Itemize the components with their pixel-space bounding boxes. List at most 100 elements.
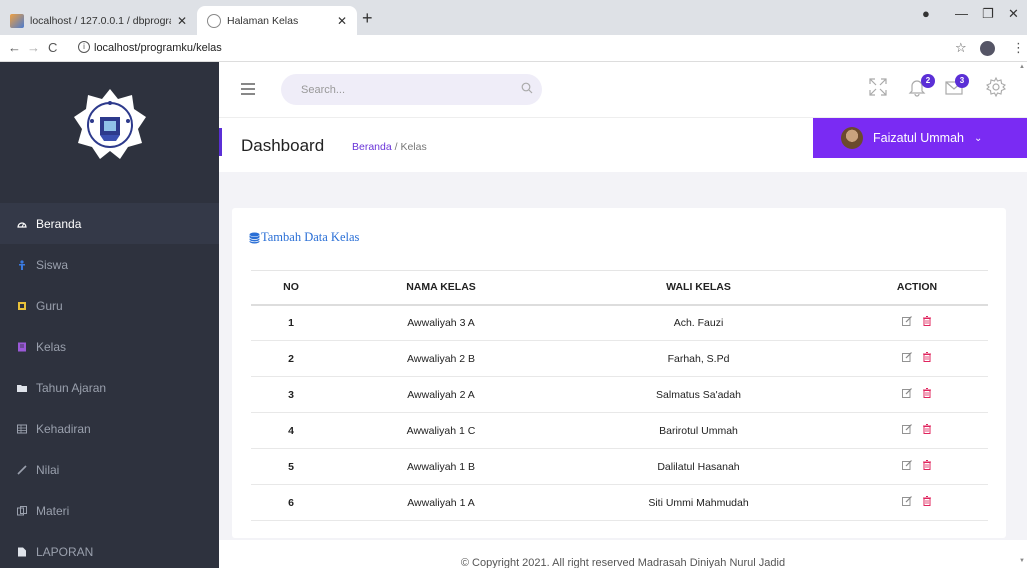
bookmark-star-icon[interactable]: ☆ xyxy=(955,40,967,56)
settings-gear-icon[interactable] xyxy=(985,76,1007,98)
fullscreen-icon[interactable] xyxy=(867,76,889,98)
reload-icon[interactable]: C xyxy=(48,40,57,55)
user-menu-button[interactable]: Faizatul Ummah ⌄ xyxy=(813,118,1027,158)
table-row: 6 Awwaliyah 1 A Siti Ummi Mahmudah xyxy=(251,484,988,521)
user-name: Faizatul Ummah xyxy=(873,131,964,145)
sidebar-item-kehadiran[interactable]: Kehadiran xyxy=(0,408,219,449)
notification-badge: 2 xyxy=(921,74,935,88)
table-icon xyxy=(17,424,27,433)
avatar xyxy=(841,127,863,149)
sidebar-item-siswa[interactable]: Siswa xyxy=(0,244,219,285)
cell-no: 5 xyxy=(251,448,331,485)
globe-favicon-icon xyxy=(207,13,221,28)
sidebar-item-beranda[interactable]: Beranda xyxy=(0,203,219,244)
cell-no: 2 xyxy=(251,340,331,377)
top-header: 2 3 xyxy=(219,62,1027,117)
browser-tab-halaman-kelas[interactable]: Halaman Kelas ✕ xyxy=(197,6,357,35)
search-icon[interactable] xyxy=(521,82,533,94)
tab-title: Halaman Kelas xyxy=(227,14,299,27)
delete-icon[interactable] xyxy=(922,388,932,398)
sidebar-item-nilai[interactable]: Nilai xyxy=(0,449,219,490)
scroll-down-arrow-icon[interactable]: ▼ xyxy=(1019,558,1025,564)
breadcrumb-home-link[interactable]: Beranda xyxy=(352,141,392,153)
page-title: Dashboard xyxy=(241,136,325,155)
cell-nama-kelas: Awwaliyah 2 A xyxy=(331,376,551,413)
file-icon xyxy=(18,547,26,556)
sidebar-item-label: Kehadiran xyxy=(36,421,91,436)
delete-icon[interactable] xyxy=(922,352,932,362)
folder-icon xyxy=(17,384,27,392)
search-input[interactable] xyxy=(281,74,542,105)
sidebar-item-label: Kelas xyxy=(36,339,67,354)
card-title: Tambah Data Kelas xyxy=(261,230,360,244)
cell-action xyxy=(846,376,988,413)
maximize-button[interactable]: ❐ xyxy=(982,6,994,22)
column-header-action: ACTION xyxy=(846,270,988,306)
edit-icon[interactable] xyxy=(902,388,912,398)
minimize-button[interactable]: — xyxy=(955,6,968,21)
edit-icon[interactable] xyxy=(902,496,912,506)
cell-no: 6 xyxy=(251,484,331,521)
cell-wali-kelas: Salmatus Sa'adah xyxy=(551,376,846,413)
delete-icon[interactable] xyxy=(922,316,932,327)
page-header: Dashboard Beranda / Kelas Faizatul Ummah… xyxy=(219,117,1027,172)
delete-icon[interactable] xyxy=(922,460,932,470)
browser-tab-phpmyadmin[interactable]: localhost / 127.0.0.1 / dbprogram ✕ xyxy=(0,6,197,35)
site-info-icon[interactable]: i xyxy=(78,41,90,53)
pencil-icon xyxy=(17,464,27,475)
cell-nama-kelas: Awwaliyah 1 B xyxy=(331,448,551,485)
forward-icon[interactable]: → xyxy=(27,40,40,55)
new-tab-button[interactable]: + xyxy=(362,8,373,29)
table-row: 2 Awwaliyah 2 B Farhah, S.Pd xyxy=(251,340,988,377)
edit-icon[interactable] xyxy=(902,424,912,434)
cell-action xyxy=(846,448,988,485)
sidebar-item-label: Beranda xyxy=(36,216,82,231)
delete-icon[interactable] xyxy=(922,424,932,434)
cell-wali-kelas: Farhah, S.Pd xyxy=(551,340,846,377)
edit-icon[interactable] xyxy=(902,460,912,470)
sidebar-item-kelas[interactable]: Kelas xyxy=(0,326,219,367)
close-tab-icon[interactable]: ✕ xyxy=(177,14,187,28)
cell-wali-kelas: Barirotul Ummah xyxy=(551,412,846,449)
menu-toggle-icon[interactable] xyxy=(241,83,255,98)
browser-menu-icon[interactable]: ⋮ xyxy=(1012,40,1025,56)
close-window-button[interactable]: ✕ xyxy=(1008,6,1019,22)
address-bar: ← → C i localhost/programku/kelas ☆ ⋮ xyxy=(0,35,1027,62)
close-tab-icon[interactable]: ✕ xyxy=(337,14,347,28)
sidebar-item-label: Materi xyxy=(36,503,70,518)
scroll-up-arrow-icon[interactable]: ▲ xyxy=(1019,64,1025,70)
book-icon xyxy=(18,342,26,351)
sidebar-item-label: LAPORAN xyxy=(36,544,94,559)
database-icon xyxy=(249,232,260,243)
column-header-wali-kelas: WALI KELAS xyxy=(551,270,846,306)
sidebar-item-label: Siswa xyxy=(36,257,69,272)
profile-avatar-icon[interactable] xyxy=(980,41,995,56)
browser-tabstrip: localhost / 127.0.0.1 / dbprogram ✕ Hala… xyxy=(0,0,1027,35)
edit-icon[interactable] xyxy=(902,352,912,362)
sidebar-item-materi[interactable]: Materi xyxy=(0,490,219,531)
kelas-table: NO NAMA KELAS WALI KELAS ACTION 1 Awwaliy… xyxy=(251,270,988,521)
breadcrumb: Beranda / Kelas xyxy=(352,141,427,153)
edit-icon[interactable] xyxy=(902,316,912,327)
sidebar-item-guru[interactable]: Guru xyxy=(0,285,219,326)
delete-icon[interactable] xyxy=(922,496,932,506)
sidebar-item-laporan[interactable]: LAPORAN xyxy=(0,531,219,568)
dashboard-icon xyxy=(17,221,27,228)
kelas-card: Tambah Data Kelas NO NAMA KELAS WALI KEL… xyxy=(232,208,1006,538)
message-badge: 3 xyxy=(955,74,969,88)
cell-wali-kelas: Ach. Fauzi xyxy=(551,304,846,341)
column-header-no: NO xyxy=(251,270,331,306)
breadcrumb-current: Kelas xyxy=(400,141,427,153)
footer-copyright: © Copyright 2021. All right reserved Mad… xyxy=(460,557,786,568)
url-text[interactable]: localhost/programku/kelas xyxy=(94,42,222,54)
phpmyadmin-favicon-icon xyxy=(10,13,24,28)
cell-wali-kelas: Siti Ummi Mahmudah xyxy=(551,484,846,521)
back-icon[interactable]: ← xyxy=(8,40,21,55)
table-row: 3 Awwaliyah 2 A Salmatus Sa'adah xyxy=(251,376,988,413)
teacher-icon xyxy=(18,301,26,310)
cell-wali-kelas: Dalilatul Hasanah xyxy=(551,448,846,485)
cell-action xyxy=(846,304,988,341)
profile-icon[interactable]: ● xyxy=(922,6,930,21)
sidebar-item-tahun-ajaran[interactable]: Tahun Ajaran xyxy=(0,367,219,408)
add-kelas-link[interactable]: Tambah Data Kelas xyxy=(249,230,359,245)
